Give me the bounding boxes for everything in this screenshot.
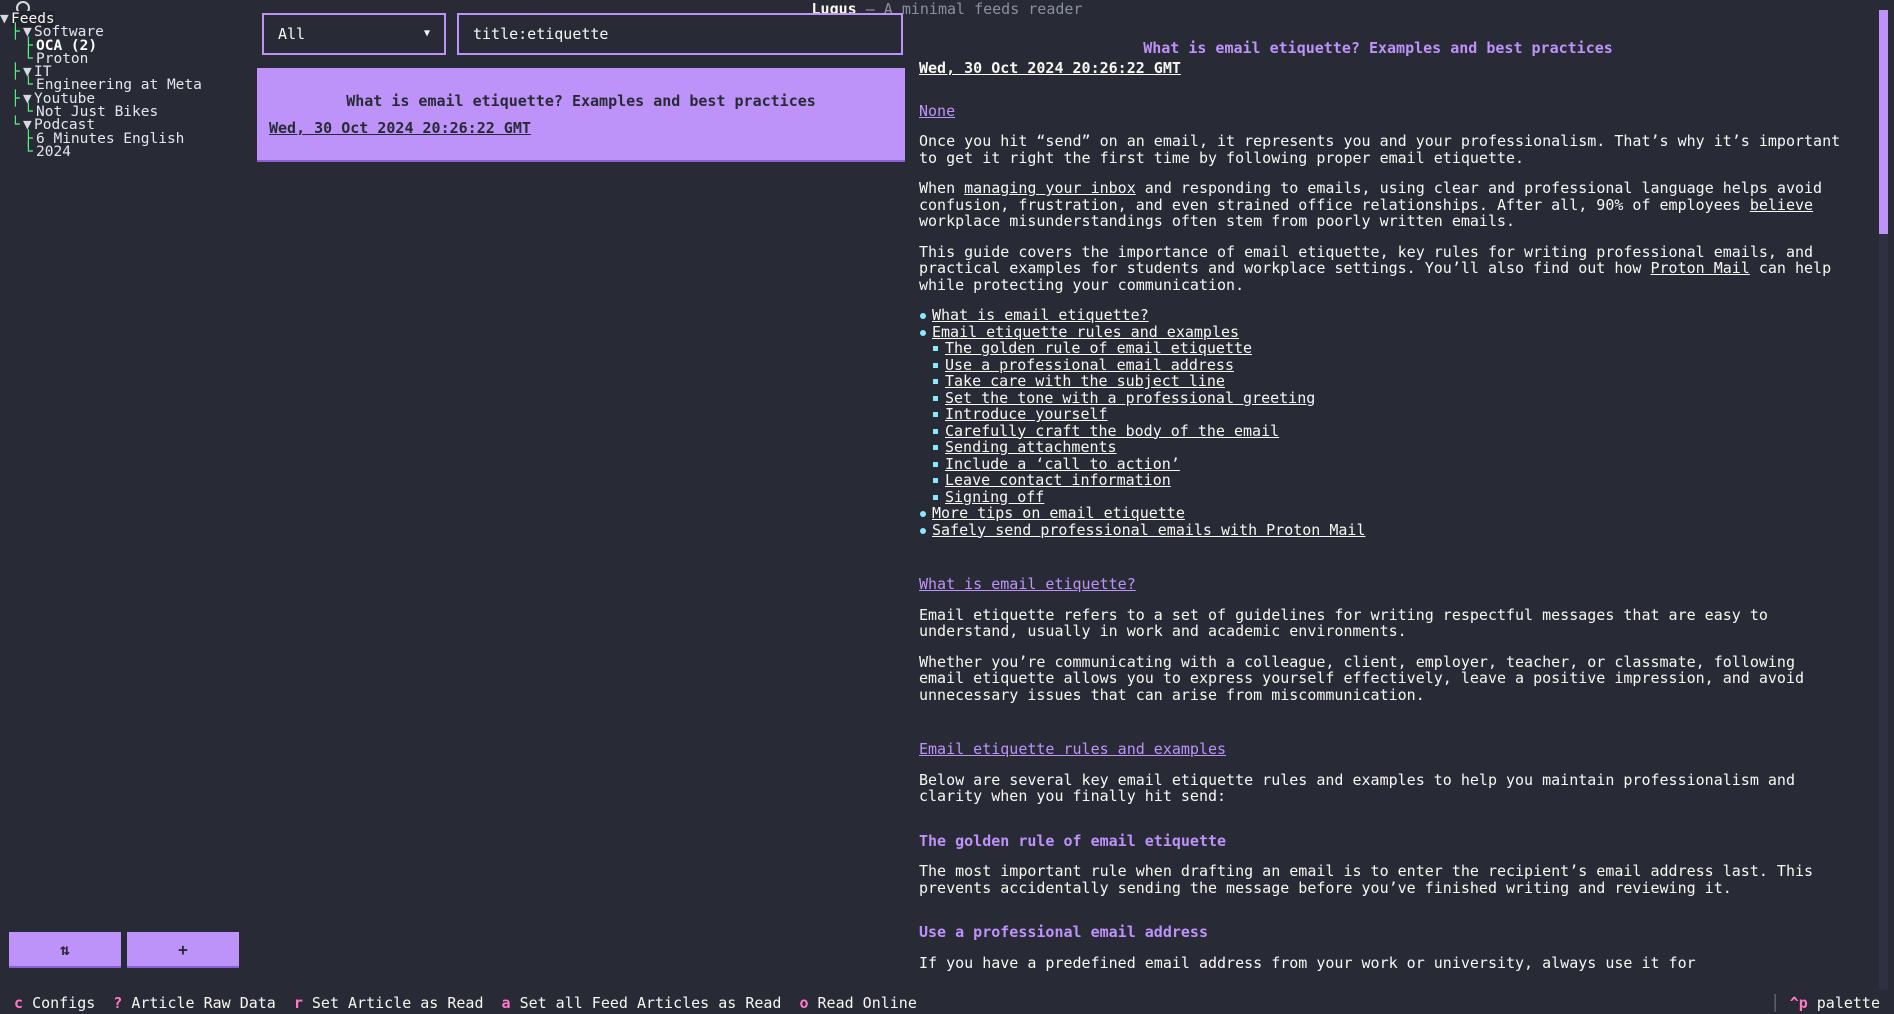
article-paragraph: If you have a predefined email address f… [919, 953, 1696, 972]
statusbar-shortcut-label: Configs [32, 994, 96, 1012]
statusbar-shortcut-key: c [14, 994, 24, 1012]
statusbar-shortcut-key: r [293, 994, 303, 1012]
article-title: What is email etiquette? Examples and be… [1143, 39, 1613, 57]
search-input[interactable] [457, 13, 903, 55]
sidebar-item-label: 2024 [36, 143, 71, 160]
refresh-feeds-button[interactable]: ⇅ [9, 932, 121, 968]
statusbar-palette[interactable]: │ ^p palette [1761, 992, 1880, 1014]
feed-filter-select[interactable]: All ▼ [262, 13, 446, 55]
article-paragraph: Email etiquette refers to a set of guide… [919, 605, 1768, 640]
article-section-heading[interactable]: What is email etiquette? [919, 576, 1847, 593]
article-subsection-heading: Use a professional email address [919, 923, 1208, 941]
statusbar-shortcut-key: o [799, 994, 809, 1012]
article-paragraph: Once you hit “send” on an email, it repr… [919, 132, 1841, 167]
palette-shortcut-label: palette [1816, 994, 1880, 1012]
reader-scrollbar-thumb[interactable] [1879, 10, 1888, 234]
article-paragraph: Below are several key email etiquette ru… [919, 770, 1795, 805]
article-toc-link[interactable]: Safely send professional emails with Pro… [932, 521, 1365, 539]
article-toc-subitem[interactable]: Set the tone with a professional greetin… [919, 389, 1847, 407]
article-section-heading[interactable]: Email etiquette rules and examples [919, 741, 1847, 758]
article-list-item[interactable]: What is email etiquette? Examples and be… [257, 68, 905, 162]
statusbar-shortcut-configs[interactable]: c Configs [14, 994, 95, 1012]
article-toc-link[interactable]: Introduce yourself [945, 405, 1108, 423]
article-toc-subitem[interactable]: Leave contact information [919, 472, 1847, 489]
article-toc-subitem[interactable]: Signing off [919, 488, 1847, 506]
article-toc-subitem[interactable]: Take care with the subject line [919, 373, 1847, 390]
article-paragraph: Whether you’re communicating with a coll… [919, 652, 1805, 704]
article-toc-subitem[interactable]: Sending attachments [919, 439, 1847, 456]
feed-filter-value: All [278, 25, 306, 43]
article-toc-sublist: The golden rule of email etiquette Use a … [919, 340, 1847, 505]
palette-shortcut-key: ^p [1789, 994, 1808, 1012]
statusbar-shortcut-key: a [501, 994, 511, 1012]
statusbar-divider: │ [1770, 994, 1780, 1012]
article-toc-link[interactable]: Leave contact information [945, 471, 1171, 489]
tree-guide-icon: ├ [11, 24, 20, 41]
article-toc-subitem[interactable]: Include a ‘call to action’ [919, 455, 1847, 473]
article-toc-link[interactable]: More tips on email etiquette [932, 504, 1185, 522]
article-list[interactable]: What is email etiquette? Examples and be… [257, 68, 905, 162]
statusbar-shortcut-label: Set all Feed Articles as Read [519, 994, 782, 1012]
add-feed-button[interactable]: + [127, 932, 239, 968]
tree-guide-icon: └ [24, 143, 33, 160]
reader-content: What is email etiquette? Examples and be… [908, 0, 1868, 1014]
tree-guide-icon: └ [11, 117, 20, 134]
article-toc-link[interactable]: The golden rule of email etiquette [945, 339, 1252, 357]
article-toc-subitem[interactable]: Use a professional email address [919, 356, 1847, 374]
statusbar-shortcut-set-all-feed-articles-as-read[interactable]: a Set all Feed Articles as Read [502, 994, 782, 1012]
tree-guide-icon: ├ [11, 64, 20, 81]
article-paragraph: When managing your inbox and responding … [919, 179, 1823, 230]
article-toc-link[interactable]: Use a professional email address [945, 356, 1234, 374]
statusbar-shortcuts: c Configs? Article Raw Data r Set Article… [14, 992, 935, 1014]
article-date: Wed, 30 Oct 2024 20:26:22 GMT [919, 59, 1181, 77]
statusbar-shortcut-label: Set Article as Read [311, 994, 484, 1012]
article-paragraph: The most important rule when drafting an… [919, 862, 1814, 897]
article-toc-item[interactable]: What is email etiquette? [919, 307, 1847, 324]
article-subsection-heading: The golden rule of email etiquette [919, 831, 1227, 850]
article-toc-link[interactable]: Take care with the subject line [945, 372, 1225, 390]
chevron-down-icon: ▼ [0, 11, 9, 27]
inline-link[interactable]: Proton Mail [1651, 259, 1750, 277]
statusbar-shortcut-label: Read Online [817, 994, 917, 1012]
inline-link[interactable]: managing your inbox [964, 179, 1136, 197]
sidebar: ▼ Feeds ├ ▼ Software ├ OCA (2) └ Proton ├ ▼ IT └ Engi… [0, 0, 256, 1014]
article-toc-link[interactable]: Set the tone with a professional greetin… [945, 389, 1315, 407]
article-toc-link[interactable]: Include a ‘call to action’ [945, 455, 1180, 473]
tree-guide-icon: ├ [11, 90, 20, 107]
article-toc-link[interactable]: What is email etiquette? [932, 306, 1149, 324]
article-toc-item[interactable]: Safely send professional emails with Pro… [919, 521, 1847, 539]
article-author[interactable]: None [919, 102, 1847, 120]
article-toc-link[interactable]: Carefully craft the body of the email [945, 422, 1279, 440]
inline-link[interactable]: believe [1750, 196, 1813, 214]
statusbar-shortcut-read-online[interactable]: o Read Online [799, 994, 916, 1012]
article-toc-subitem[interactable]: The golden rule of email etiquette [919, 340, 1847, 357]
article-toc-link[interactable]: Signing off [945, 488, 1044, 506]
article-list-column: All ▼ What is email etiquette? Examples … [256, 0, 908, 1014]
chevron-down-icon: ▼ [423, 28, 430, 39]
article-toc-item[interactable]: Email etiquette rules and examples [919, 323, 1847, 341]
article-toc-link[interactable]: Sending attachments [945, 438, 1117, 456]
article-toc-link[interactable]: Email etiquette rules and examples [932, 323, 1239, 341]
statusbar-shortcut-label: Article Raw Data [131, 994, 276, 1012]
reader-pane: What is email etiquette? Examples and be… [908, 0, 1894, 1014]
filter-bar: All ▼ [262, 13, 903, 55]
statusbar-shortcut-key: ? [113, 994, 123, 1012]
sidebar-item-2024[interactable]: └ 2024 [0, 143, 256, 160]
sidebar-action-buttons: ⇅ + [9, 932, 239, 968]
article-list-item-title: What is email etiquette? Examples and be… [346, 92, 816, 110]
statusbar-shortcut-set-article-as-read[interactable]: r Set Article as Read [294, 994, 484, 1012]
article-toc-subitem[interactable]: Carefully craft the body of the email [919, 422, 1847, 440]
article-toc: What is email etiquette? Email etiquette … [919, 307, 1847, 538]
statusbar-shortcut-article-raw-data[interactable]: ? Article Raw Data [113, 994, 276, 1012]
article-paragraph: This guide covers the importance of emai… [919, 242, 1832, 294]
article-toc-item[interactable]: More tips on email etiquette [919, 505, 1847, 522]
feeds-tree[interactable]: ▼ Feeds ├ ▼ Software ├ OCA (2) └ Proton ├ ▼ IT └ Engi… [0, 11, 256, 160]
article-toc-subitem[interactable]: Introduce yourself [919, 406, 1847, 423]
article-body: Wed, 30 Oct 2024 20:26:22 GMT None Once yo… [919, 60, 1847, 985]
article-list-item-date: Wed, 30 Oct 2024 20:26:22 GMT [269, 119, 531, 137]
reader-scrollbar[interactable] [1879, 10, 1888, 990]
status-bar: c Configs? Article Raw Data r Set Article… [0, 992, 1894, 1014]
